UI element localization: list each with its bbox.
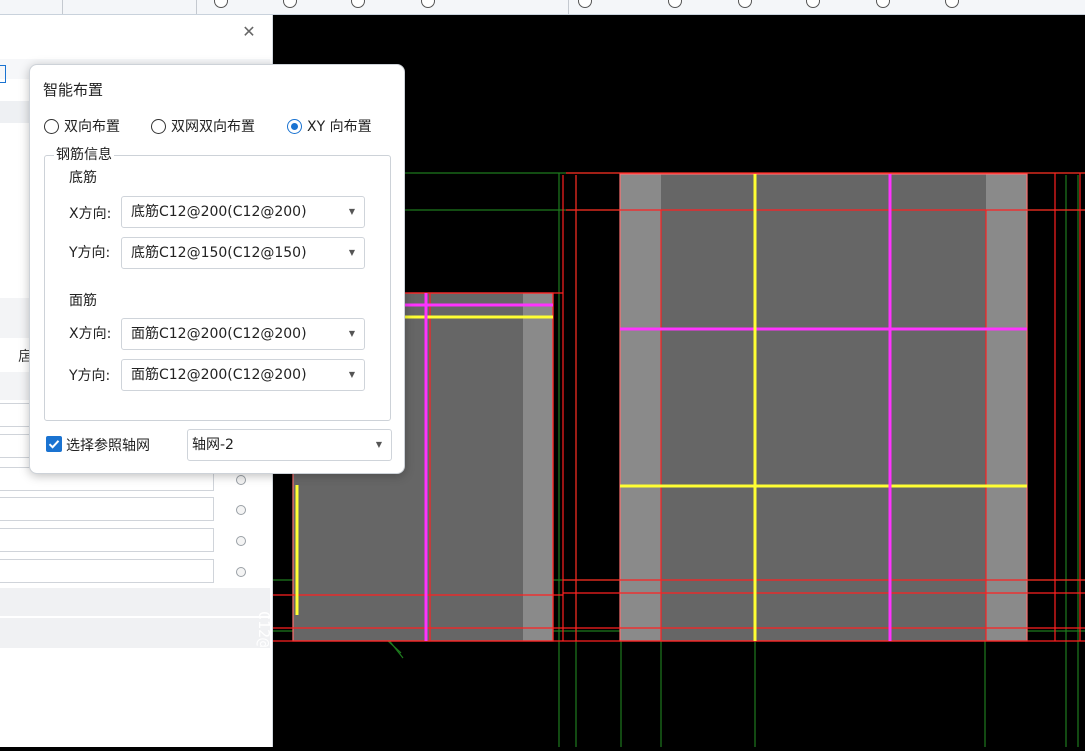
toolbar-radio[interactable] — [351, 0, 365, 8]
chevron-down-icon: ▼ — [348, 248, 355, 257]
radio-double-net[interactable]: 双网双向布置 — [151, 116, 255, 136]
ref-grid-select[interactable]: 轴网-2 ▼ — [187, 429, 392, 461]
close-icon[interactable]: ✕ — [240, 23, 258, 41]
chevron-down-icon: ▼ — [348, 207, 355, 216]
top-toolbar — [0, 0, 1085, 15]
bottom-rebar-title: 底筋 — [69, 170, 97, 186]
ref-grid-label: 选择参照轴网 — [66, 438, 150, 454]
toolbar-radio[interactable] — [806, 0, 820, 8]
toolbar-radio[interactable] — [283, 0, 297, 8]
top-rebar-title: 面筋 — [69, 293, 97, 309]
ref-grid-checkbox[interactable] — [46, 436, 62, 452]
select-value: 轴网-2 — [192, 437, 234, 453]
top-y-select[interactable]: 面筋C12@200(C12@200) ▼ — [121, 359, 365, 391]
radio-bidirectional[interactable]: 双向布置 — [44, 116, 120, 136]
top-y-label: Y方向: — [69, 368, 111, 384]
toolbar-radio[interactable] — [578, 0, 592, 8]
radio-xy[interactable]: XY 向布置 — [287, 116, 372, 136]
right-slab — [619, 173, 1028, 642]
top-x-label: X方向: — [69, 326, 112, 342]
chevron-down-icon: ▼ — [348, 329, 355, 338]
checkmark-icon — [48, 440, 60, 449]
panel-row — [0, 618, 270, 648]
smart-layout-dialog: 智能布置 双向布置 双网双向布置 XY 向布置 钢筋信息 底筋 X方向: 底筋C… — [29, 64, 405, 474]
bottom-x-select[interactable]: 底筋C12@200(C12@200) ▼ — [121, 196, 365, 228]
panel-tool-icon[interactable] — [0, 65, 6, 83]
toolbar-separator — [62, 0, 63, 14]
group-title: 钢筋信息 — [54, 144, 114, 164]
toolbar-radio[interactable] — [876, 0, 890, 8]
panel-status-dot — [236, 475, 246, 485]
rebar-label: C12@200 — [255, 611, 273, 675]
toolbar-separator — [196, 0, 197, 14]
panel-row — [0, 588, 270, 616]
panel-status-dot — [236, 536, 246, 546]
radio-label: XY 向布置 — [307, 119, 372, 135]
dialog-title: 智能布置 — [43, 81, 104, 99]
select-value: 面筋C12@200(C12@200) — [131, 326, 307, 342]
select-value: 底筋C12@150(C12@150) — [131, 245, 307, 261]
radio-circle-icon — [44, 118, 59, 134]
toolbar-radio[interactable] — [738, 0, 752, 8]
bottom-y-label: Y方向: — [69, 245, 111, 261]
radio-circle-icon — [151, 118, 166, 134]
panel-input[interactable] — [0, 559, 214, 583]
toolbar-radio[interactable] — [668, 0, 682, 8]
panel-status-dot — [236, 505, 246, 515]
chevron-down-icon: ▼ — [375, 440, 382, 449]
panel-input[interactable] — [0, 528, 214, 552]
radio-label: 双网双向布置 — [171, 119, 255, 135]
select-value: 底筋C12@200(C12@200) — [131, 204, 307, 220]
panel-input[interactable] — [0, 497, 214, 521]
top-x-select[interactable]: 面筋C12@200(C12@200) ▼ — [121, 318, 365, 350]
select-value: 面筋C12@200(C12@200) — [131, 367, 307, 383]
bottom-x-label: X方向: — [69, 206, 112, 222]
panel-status-dot — [236, 567, 246, 577]
toolbar-separator — [568, 0, 569, 14]
toolbar-radio[interactable] — [214, 0, 228, 8]
radio-checked-icon — [287, 118, 302, 134]
bottom-y-select[interactable]: 底筋C12@150(C12@150) ▼ — [121, 237, 365, 269]
radio-label: 双向布置 — [64, 119, 120, 135]
toolbar-radio[interactable] — [945, 0, 959, 8]
toolbar-radio[interactable] — [421, 0, 435, 8]
chevron-down-icon: ▼ — [348, 370, 355, 379]
